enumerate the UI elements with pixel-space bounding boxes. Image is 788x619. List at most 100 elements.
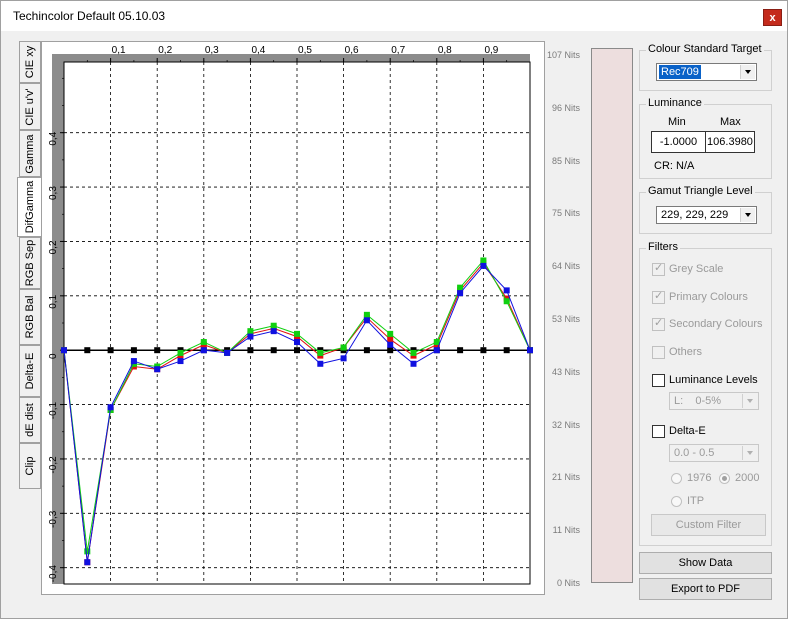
tab-rgb-bal[interactable]: RGB Bal xyxy=(19,289,41,345)
colour-standard-value: Rec709 xyxy=(659,65,701,79)
data-point xyxy=(270,347,277,354)
chevron-down-icon xyxy=(742,394,757,408)
y-tick-label: 0,4 xyxy=(48,131,59,145)
data-point xyxy=(363,347,370,354)
luminance-tick-label: 64 Nits xyxy=(551,261,580,272)
tab-difgamma[interactable]: DifGamma xyxy=(17,177,42,237)
x-tick-label: 0,1 xyxy=(112,45,126,56)
radio-1976[interactable] xyxy=(671,473,682,484)
luminance-levels-checkbox[interactable] xyxy=(652,374,665,387)
filters-label: Filters xyxy=(646,241,680,253)
y-tick-label: 0 xyxy=(48,353,59,359)
data-point xyxy=(61,347,67,354)
luminance-tick-label: 43 Nits xyxy=(551,366,580,377)
data-point xyxy=(177,358,184,365)
data-point xyxy=(177,349,184,356)
show-data-button[interactable]: Show Data xyxy=(639,552,772,574)
y-tick-label: 0,2 xyxy=(48,240,59,254)
gamut-label: Gamut Triangle Level xyxy=(646,185,755,197)
luminance-tick-label: 107 Nits xyxy=(546,50,580,60)
data-point xyxy=(480,262,487,269)
data-point xyxy=(294,347,300,354)
contrast-ratio-text: CR: N/A xyxy=(654,160,695,172)
radio-1976-label: 1976 xyxy=(687,472,712,484)
tab-gamma[interactable]: Gamma xyxy=(19,130,41,177)
luminance-max-value: 106.3980 xyxy=(705,131,755,153)
data-point xyxy=(387,330,394,337)
luminance-levels-value: L: 0-5% xyxy=(674,395,722,407)
tab-clip[interactable]: Clip xyxy=(19,443,41,489)
colour-standard-group: Colour Standard Target Rec709 xyxy=(639,43,772,91)
tab-label: RGB Bal xyxy=(24,295,36,339)
data-point xyxy=(503,287,510,294)
data-point xyxy=(107,347,114,354)
data-point xyxy=(387,341,394,348)
tab-label: Delta-E xyxy=(24,352,36,390)
data-point xyxy=(387,347,394,354)
luminance-tick-label: 85 Nits xyxy=(551,155,580,166)
data-point xyxy=(527,347,533,354)
radio-2000[interactable] xyxy=(719,473,730,484)
filters-group: Filters Grey Scale Primary Colours Secon… xyxy=(639,241,772,546)
luminance-max-label: Max xyxy=(720,116,741,128)
luminance-tick-label: 32 Nits xyxy=(551,419,580,430)
tab-de-dist[interactable]: dE dist xyxy=(19,397,41,443)
data-point xyxy=(224,349,231,356)
radio-itp[interactable] xyxy=(671,496,682,507)
tab-delta-e[interactable]: Delta-E xyxy=(19,345,41,397)
luminance-tick-label: 96 Nits xyxy=(551,102,580,113)
gamut-group: Gamut Triangle Level 229, 229, 229 xyxy=(639,185,772,234)
tab-cie-uv[interactable]: CIE u'v' xyxy=(19,83,41,130)
gamut-level-value: 229, 229, 229 xyxy=(661,209,729,221)
data-point xyxy=(410,349,417,356)
grey-scale-label: Grey Scale xyxy=(669,263,724,275)
title-bar[interactable]: Techincolor Default 05.10.03 x xyxy=(1,1,787,31)
luminance-min-value: -1.0000 xyxy=(651,131,706,153)
x-tick-label: 0,6 xyxy=(345,45,359,56)
luminance-tick-label: 53 Nits xyxy=(551,314,580,324)
data-point xyxy=(154,366,161,373)
chart-tabs: CIE xy CIE u'v' Gamma DifGamma RGB Sep R… xyxy=(17,41,42,489)
y-tick-label: -0,1 xyxy=(48,402,59,420)
secondary-colours-label: Secondary Colours xyxy=(669,318,763,330)
data-point xyxy=(84,559,91,566)
x-tick-label: 0,7 xyxy=(391,45,405,56)
colour-standard-select[interactable]: Rec709 xyxy=(656,63,757,81)
primary-colours-checkbox[interactable] xyxy=(652,289,665,304)
tab-rgb-sep[interactable]: RGB Sep xyxy=(19,237,41,289)
grey-scale-checkbox[interactable] xyxy=(652,261,665,276)
x-tick-label: 0,9 xyxy=(484,45,498,56)
y-tick-label: 0,3 xyxy=(48,186,59,200)
luminance-tick-label: 11 Nits xyxy=(552,525,580,536)
y-tick-label: 0,1 xyxy=(48,294,59,308)
gamut-level-select[interactable]: 229, 229, 229 xyxy=(656,206,757,224)
luminance-bar xyxy=(591,48,633,583)
luminance-levels-select[interactable]: L: 0-5% xyxy=(669,392,759,410)
data-point xyxy=(317,360,324,367)
export-pdf-button[interactable]: Export to PDF xyxy=(639,578,772,600)
x-tick-label: 0,2 xyxy=(158,45,172,56)
tab-cie-xy[interactable]: CIE xy xyxy=(19,41,41,83)
data-point xyxy=(503,347,510,354)
data-point xyxy=(200,339,207,346)
secondary-colours-checkbox[interactable] xyxy=(652,316,665,331)
primary-colours-label: Primary Colours xyxy=(669,291,748,303)
tab-label: CIE xy xyxy=(24,45,36,79)
close-button[interactable]: x xyxy=(763,9,782,26)
main-window: Techincolor Default 05.10.03 x CIE xy CI… xyxy=(0,0,788,619)
chevron-down-icon xyxy=(740,65,755,79)
data-point xyxy=(457,284,464,291)
y-tick-label: -0,4 xyxy=(48,565,59,583)
delta-e-checkbox[interactable] xyxy=(652,425,665,438)
luminance-group: Luminance Min Max -1.0000 106.3980 CR: N… xyxy=(639,97,772,179)
others-label: Others xyxy=(669,346,703,358)
data-point xyxy=(457,290,464,297)
x-tick-label: 0,5 xyxy=(298,45,312,56)
data-point xyxy=(317,349,324,356)
delta-e-select[interactable]: 0.0 - 0.5 xyxy=(669,444,759,462)
luminance-min-label: Min xyxy=(668,116,686,128)
x-tick-label: 0,4 xyxy=(251,45,265,56)
luminance-tick-label: 21 Nits xyxy=(551,472,580,483)
custom-filter-button[interactable]: Custom Filter xyxy=(651,514,766,536)
others-checkbox[interactable] xyxy=(652,346,665,359)
